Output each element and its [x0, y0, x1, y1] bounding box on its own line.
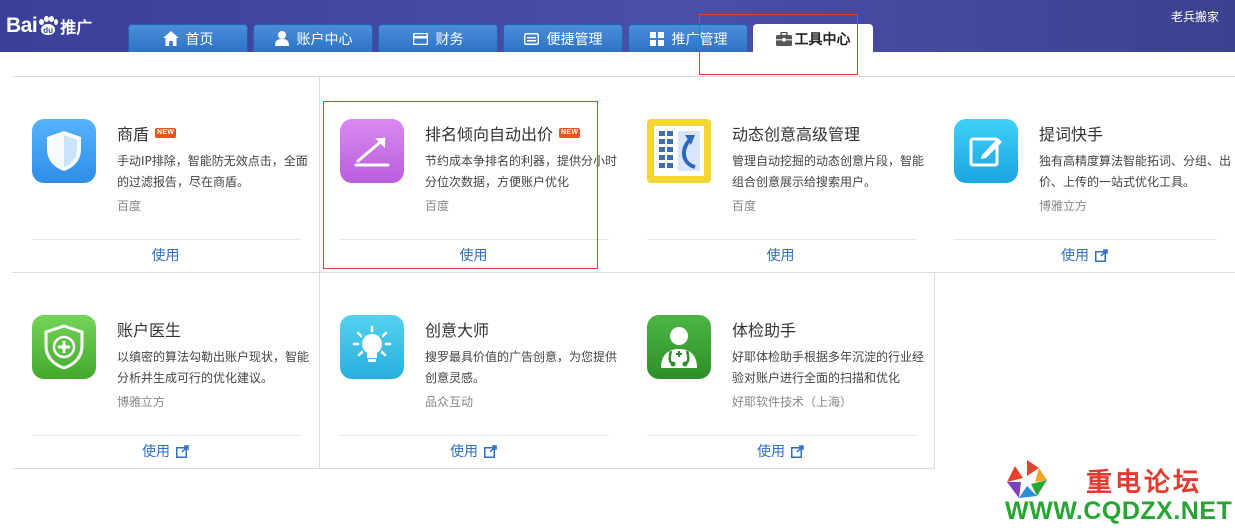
- watermark-url: WWW.CQDZX.NET: [1005, 497, 1233, 525]
- external-link-icon: [484, 444, 497, 458]
- tab-tool-center[interactable]: 工具中心: [753, 24, 873, 53]
- tool-description: 手动IP排除，智能防无效点击，全面的过滤报告，尽在商盾。: [117, 154, 308, 189]
- home-icon: [162, 31, 179, 47]
- edit-icon[interactable]: [954, 119, 1018, 183]
- tool-vendor: 好耶软件技术（上海）: [732, 395, 853, 409]
- divider: [32, 239, 301, 240]
- user-icon: [274, 31, 290, 47]
- tool-card-account-doctor: 账户医生 以缜密的算法勾勒出账户现状，智能分析并生成可行的优化建议。 博雅立方 …: [12, 273, 320, 469]
- tool-vendor: 百度: [117, 199, 142, 213]
- paw-icon: du: [38, 16, 59, 36]
- tool-title[interactable]: 创意大师: [425, 317, 489, 341]
- external-link-icon: [791, 444, 804, 458]
- tool-vendor: 品众互动: [425, 395, 474, 409]
- window-icon: [524, 31, 540, 47]
- tool-description: 节约成本争排名的利器，提供分小时分位次数据，方便账户优化: [425, 154, 618, 189]
- tool-title[interactable]: 提词快手: [1039, 121, 1103, 145]
- divider: [340, 239, 609, 240]
- tab-home[interactable]: 首页: [128, 24, 248, 52]
- use-button[interactable]: 使用: [934, 245, 1235, 265]
- new-badge: NEW: [155, 128, 177, 138]
- use-button[interactable]: 使用: [627, 245, 934, 265]
- tool-description: 以缜密的算法勾勒出账户现状，智能分析并生成可行的优化建议。: [117, 350, 310, 385]
- tool-card-health-check: 体检助手 好耶体检助手根据多年沉淀的行业经验对账户进行全面的扫描和优化 好耶软件…: [627, 273, 935, 469]
- tool-title[interactable]: 体检助手: [732, 317, 796, 341]
- main-nav-tabs: 首页 账户中心 财务 便捷管理 推广管理 工具中心: [128, 24, 878, 53]
- external-link-icon: [1095, 248, 1108, 262]
- divider: [647, 435, 916, 436]
- tool-description: 搜罗最具价值的广告创意，为您提供创意灵感。: [425, 350, 618, 385]
- tab-quick-manage[interactable]: 便捷管理: [503, 24, 623, 52]
- trend-arrow-icon[interactable]: [340, 119, 404, 183]
- grid-icon: [649, 31, 665, 47]
- tab-account-center[interactable]: 账户中心: [253, 24, 373, 52]
- doctor-icon[interactable]: [647, 315, 711, 379]
- tool-vendor: 百度: [425, 199, 450, 213]
- tool-title[interactable]: 排名倾向自动出价 NEW: [425, 121, 581, 145]
- tool-card-keyword-tool: 提词快手 独有高精度算法智能拓词、分组、出价、上传的一站式优化工具。 博雅立方 …: [934, 77, 1235, 273]
- use-button[interactable]: 使用: [12, 245, 319, 265]
- tool-vendor: 百度: [732, 199, 757, 213]
- use-button[interactable]: 使用: [320, 441, 627, 461]
- tab-promotion-manage[interactable]: 推广管理: [628, 24, 748, 52]
- tool-title[interactable]: 账户医生: [117, 317, 181, 341]
- divider: [647, 239, 916, 240]
- tool-title[interactable]: 动态创意高级管理: [732, 121, 860, 145]
- tool-card-rank-bid: 排名倾向自动出价 NEW 节约成本争排名的利器，提供分小时分位次数据，方便账户优…: [320, 77, 628, 273]
- tool-vendor: 博雅立方: [1039, 199, 1088, 213]
- tool-card-shangdun: 商盾 NEW 手动IP排除，智能防无效点击，全面的过滤报告，尽在商盾。 百度 使…: [12, 77, 320, 273]
- new-badge: NEW: [559, 128, 581, 138]
- divider: [32, 435, 301, 436]
- lightbulb-icon[interactable]: [340, 315, 404, 379]
- tool-description: 管理自动挖掘的动态创意片段，智能组合创意展示给搜索用户。: [732, 154, 925, 189]
- tab-finance[interactable]: 财务: [378, 24, 498, 52]
- tool-title[interactable]: 商盾 NEW: [117, 121, 177, 145]
- tool-description: 独有高精度算法智能拓词、分组、出价、上传的一站式优化工具。: [1039, 154, 1232, 189]
- baidu-tuiguang-logo[interactable]: Bai du 推广: [6, 10, 92, 42]
- use-button[interactable]: 使用: [320, 245, 627, 265]
- divider: [340, 435, 609, 436]
- use-button[interactable]: 使用: [627, 441, 934, 461]
- shield-icon[interactable]: [32, 119, 96, 183]
- card-icon: [413, 31, 429, 47]
- username-label[interactable]: 老兵搬家: [1171, 8, 1219, 25]
- tool-vendor: 博雅立方: [117, 395, 166, 409]
- watermark-title: 重电论坛: [1086, 468, 1203, 498]
- tool-description: 好耶体检助手根据多年沉淀的行业经验对账户进行全面的扫描和优化: [732, 350, 925, 385]
- toolbox-icon: [775, 31, 792, 47]
- tool-card-creative-master: 创意大师 搜罗最具价值的广告创意，为您提供创意灵感。 品众互动 使用: [320, 273, 628, 469]
- divider: [954, 239, 1217, 240]
- external-link-icon: [176, 444, 189, 458]
- dynamic-creative-icon[interactable]: [647, 119, 711, 183]
- tool-card-dynamic-creative: 动态创意高级管理 管理自动挖掘的动态创意片段，智能组合创意展示给搜索用户。 百度…: [627, 77, 935, 273]
- medical-shield-icon[interactable]: [32, 315, 96, 379]
- use-button[interactable]: 使用: [12, 441, 319, 461]
- watermark-logo-icon: [1005, 458, 1049, 502]
- top-header: Bai du 推广 老兵搬家 首页 账户中心 财务 便捷管理 推广管理 工具中心: [0, 0, 1235, 53]
